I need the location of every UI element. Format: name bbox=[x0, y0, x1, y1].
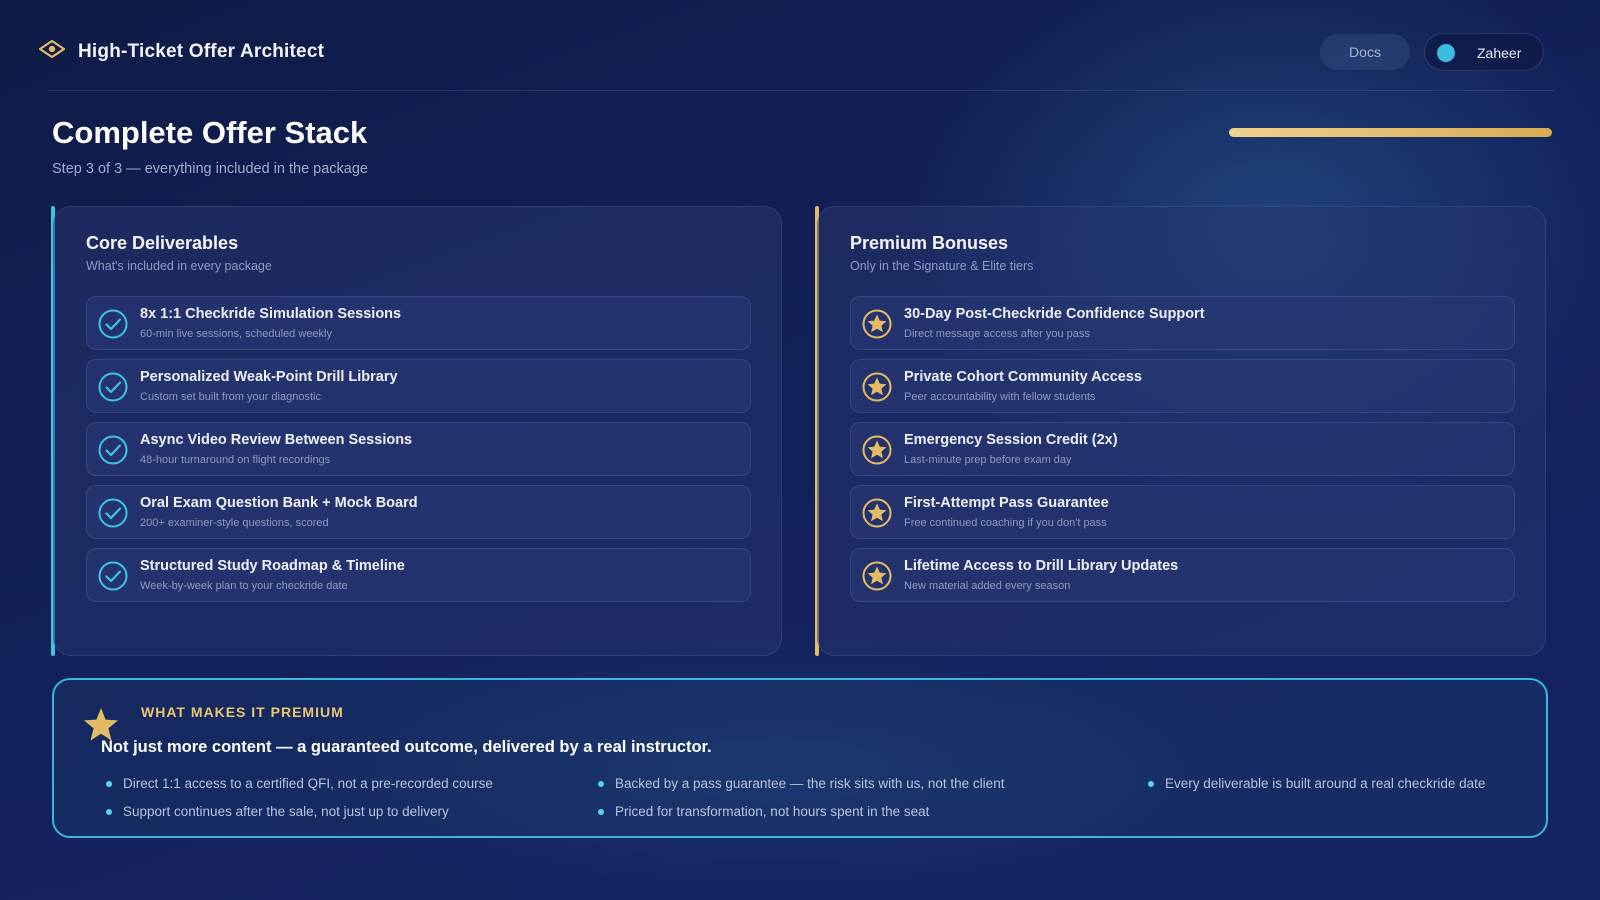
bonus-item-description: New material added every season bbox=[904, 580, 1071, 592]
bullet-dot bbox=[598, 781, 604, 787]
core-item-title: Personalized Weak-Point Drill Library bbox=[140, 369, 398, 385]
premium-bullet-text: Direct 1:1 access to a certified QFI, no… bbox=[123, 776, 493, 791]
bonus-item-description: Direct message access after you pass bbox=[904, 328, 1090, 340]
bonus-item-title: Lifetime Access to Drill Library Updates bbox=[904, 558, 1179, 574]
core-item: Personalized Weak-Point Drill Library Cus… bbox=[86, 359, 751, 413]
bonus-item: Private Cohort Community Access Peer acco… bbox=[850, 359, 1515, 413]
bonus-panel-subtitle: Only in the Signature & Elite tiers bbox=[850, 259, 1034, 273]
core-deliverables-panel: Core Deliverables What's included in eve… bbox=[53, 206, 782, 656]
user-menu-button[interactable]: Zaheer bbox=[1424, 33, 1544, 71]
page-title: Complete Offer Stack bbox=[52, 115, 368, 150]
docs-button[interactable]: Docs bbox=[1320, 34, 1410, 70]
core-item: Structured Study Roadmap & Timeline Week-… bbox=[86, 548, 751, 602]
core-panel-title: Core Deliverables bbox=[86, 233, 239, 253]
bonus-panel-title: Premium Bonuses bbox=[850, 233, 1009, 253]
check-circle-icon bbox=[97, 560, 129, 592]
premium-eyebrow: WHAT MAKES IT PREMIUM bbox=[141, 704, 344, 720]
star-circle-icon bbox=[861, 308, 893, 340]
brand[interactable]: High-Ticket Offer Architect bbox=[38, 39, 324, 64]
check-circle-icon bbox=[97, 371, 129, 403]
premium-bullet-text: Backed by a pass guarantee — the risk si… bbox=[615, 776, 1005, 791]
bullet-dot bbox=[106, 781, 112, 787]
check-circle-icon bbox=[97, 497, 129, 529]
core-item-title: Async Video Review Between Sessions bbox=[140, 432, 413, 448]
bonus-item: 30-Day Post-Checkride Confidence Support… bbox=[850, 296, 1515, 350]
bonus-item-description: Peer accountability with fellow students bbox=[904, 391, 1096, 403]
core-item-description: Week-by-week plan to your checkride date bbox=[140, 580, 348, 592]
core-item: Async Video Review Between Sessions 48-ho… bbox=[86, 422, 751, 476]
bonus-item-title: Emergency Session Credit (2x) bbox=[904, 432, 1118, 448]
core-panel-subtitle: What's included in every package bbox=[86, 259, 272, 273]
step-progress-fill bbox=[1229, 128, 1552, 137]
bonus-item: Lifetime Access to Drill Library Updates… bbox=[850, 548, 1515, 602]
check-circle-icon bbox=[97, 434, 129, 466]
bullet-dot bbox=[1148, 781, 1154, 787]
core-item-description: Custom set built from your diagnostic bbox=[140, 391, 321, 403]
core-item-description: 48-hour turnaround on flight recordings bbox=[140, 454, 331, 466]
bullet-dot bbox=[598, 809, 604, 815]
diamond-eye-logo-icon bbox=[38, 39, 66, 64]
core-item-title: Oral Exam Question Bank + Mock Board bbox=[140, 495, 418, 511]
core-item: Oral Exam Question Bank + Mock Board 200+… bbox=[86, 485, 751, 539]
bonus-item-description: Last-minute prep before exam day bbox=[904, 454, 1072, 466]
page-subtitle: Step 3 of 3 — everything included in the… bbox=[52, 161, 368, 177]
premium-bonuses-panel: Premium Bonuses Only in the Signature & … bbox=[817, 206, 1546, 656]
premium-callout: WHAT MAKES IT PREMIUM Not just more cont… bbox=[52, 678, 1548, 838]
top-bar: High-Ticket Offer Architect Docs Zaheer bbox=[38, 30, 1562, 74]
premium-bullet-text: Priced for transformation, not hours spe… bbox=[615, 804, 930, 819]
star-circle-icon bbox=[861, 371, 893, 403]
header-divider bbox=[48, 90, 1554, 91]
star-circle-icon bbox=[861, 497, 893, 529]
brand-title: High-Ticket Offer Architect bbox=[78, 40, 325, 62]
bonus-item: First-Attempt Pass Guarantee Free continu… bbox=[850, 485, 1515, 539]
core-item-title: Structured Study Roadmap & Timeline bbox=[140, 558, 405, 574]
bonus-item-title: Private Cohort Community Access bbox=[904, 369, 1142, 385]
step-progress-bar bbox=[1229, 128, 1552, 137]
core-item: 8x 1:1 Checkride Simulation Sessions 60-m… bbox=[86, 296, 751, 350]
bonus-item: Emergency Session Credit (2x) Last-minute… bbox=[850, 422, 1515, 476]
bullet-dot bbox=[106, 809, 112, 815]
bonus-item-description: Free continued coaching if you don't pas… bbox=[904, 517, 1107, 529]
bonus-item-title: First-Attempt Pass Guarantee bbox=[904, 495, 1109, 511]
check-circle-icon bbox=[97, 308, 129, 340]
bonus-item-title: 30-Day Post-Checkride Confidence Support bbox=[904, 306, 1205, 322]
avatar bbox=[1437, 44, 1455, 62]
core-item-description: 200+ examiner-style questions, scored bbox=[140, 517, 329, 529]
premium-bullet-text: Support continues after the sale, not ju… bbox=[123, 804, 449, 819]
star-circle-icon bbox=[861, 434, 893, 466]
user-name: Zaheer bbox=[1477, 45, 1522, 61]
core-item-title: 8x 1:1 Checkride Simulation Sessions bbox=[140, 306, 402, 322]
premium-bullet-text: Every deliverable is built around a real… bbox=[1165, 776, 1486, 791]
premium-headline: Not just more content — a guaranteed out… bbox=[101, 738, 712, 756]
star-circle-icon bbox=[861, 560, 893, 592]
core-item-description: 60-min live sessions, scheduled weekly bbox=[140, 328, 332, 340]
